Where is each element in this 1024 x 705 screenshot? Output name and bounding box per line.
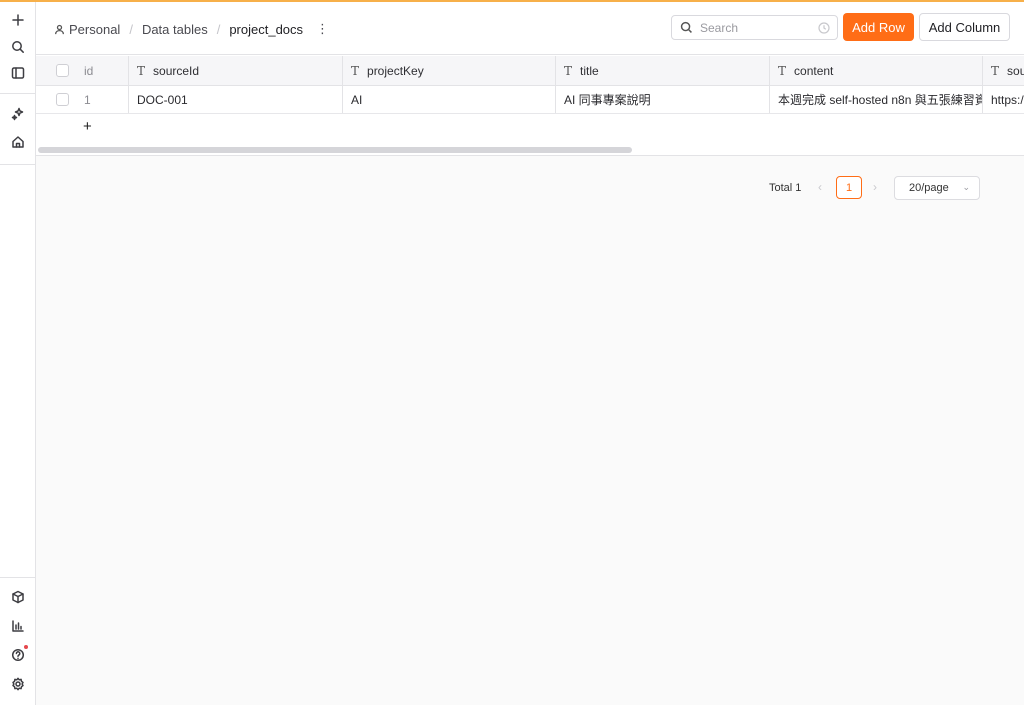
chevron-down-icon: ⌄ <box>962 182 970 192</box>
page-size-value: 20/page <box>909 182 949 194</box>
column-header-label: sourceId <box>153 63 200 78</box>
search-input[interactable] <box>700 20 810 35</box>
breadcrumb-separator: / <box>129 21 133 37</box>
left-rail <box>0 2 36 705</box>
cell-sourceid[interactable]: DOC-001 <box>129 86 343 113</box>
search-icon <box>680 21 692 33</box>
page-header: Personal / Data tables / project_docs ⋮ … <box>36 2 1024 55</box>
column-header-label: projectKey <box>367 63 424 78</box>
total-count: Total 1 <box>769 182 802 194</box>
page-size-select[interactable]: 20/page ⌄ <box>894 176 980 200</box>
more-options-icon[interactable]: ⋮ <box>316 21 329 37</box>
data-table: id T sourceId T projectKey T title T con… <box>36 55 1024 156</box>
column-header-label: content <box>794 63 834 78</box>
page-button-current[interactable]: 1 <box>836 176 862 199</box>
column-header-label: title <box>580 63 599 78</box>
text-type-icon: T <box>778 63 787 78</box>
add-row-button[interactable]: Add Row <box>843 13 914 41</box>
column-header-sourceid[interactable]: T sourceId <box>129 56 343 85</box>
cell-id: 1 <box>76 86 129 113</box>
cell-content[interactable]: 本週完成 self-hosted n8n 與五張練習資料 <box>770 86 983 113</box>
next-page-icon[interactable]: › <box>873 180 877 194</box>
sparkles-icon[interactable] <box>8 104 28 124</box>
text-type-icon: T <box>137 63 146 78</box>
column-header-label: sou <box>1007 63 1024 78</box>
row-select-cell <box>36 86 76 113</box>
search-icon[interactable] <box>8 37 28 57</box>
sidebar-toggle-icon[interactable] <box>8 63 28 83</box>
text-type-icon: T <box>564 63 573 78</box>
notification-dot <box>24 645 28 649</box>
page-title: project_docs <box>229 21 304 37</box>
column-header-title[interactable]: T title <box>556 56 770 85</box>
breadcrumb-data-tables[interactable]: Data tables <box>142 22 208 37</box>
breadcrumb-personal[interactable]: Personal <box>54 22 120 37</box>
column-header-content[interactable]: T content <box>770 56 983 85</box>
breadcrumb-personal-label: Personal <box>69 21 121 37</box>
select-all-cell <box>36 56 76 85</box>
column-header-projectkey[interactable]: T projectKey <box>343 56 556 85</box>
rail-divider <box>0 164 35 165</box>
clock-icon[interactable] <box>818 22 830 34</box>
text-type-icon: T <box>991 63 1000 78</box>
settings-icon[interactable] <box>8 674 28 694</box>
table-header-row: id T sourceId T projectKey T title T con… <box>36 56 1024 86</box>
select-all-checkbox[interactable] <box>56 64 69 77</box>
cell-projectkey[interactable]: AI <box>343 86 556 113</box>
rail-divider <box>0 577 35 578</box>
home-icon[interactable] <box>8 132 28 152</box>
search-box[interactable] <box>671 15 838 40</box>
add-column-button[interactable]: Add Column <box>919 13 1010 41</box>
column-header-label: id <box>84 63 94 78</box>
column-header-id[interactable]: id <box>76 56 129 85</box>
pagination: Total 1 ‹ 1 › 20/page ⌄ <box>0 176 1024 200</box>
templates-icon[interactable] <box>8 587 28 607</box>
breadcrumb-separator: / <box>216 21 221 37</box>
person-icon <box>55 24 64 34</box>
table-row[interactable]: 1 DOC-001 AI AI 同事專案說明 本週完成 self-hosted … <box>36 86 1024 114</box>
column-header-source[interactable]: T sou <box>983 56 1024 85</box>
add-row-plus-icon[interactable]: + <box>83 119 92 135</box>
insights-icon[interactable] <box>8 616 28 636</box>
rail-divider <box>0 93 35 94</box>
prev-page-icon[interactable]: ‹ <box>818 180 822 194</box>
breadcrumb: Personal / Data tables / project_docs ⋮ <box>54 20 329 38</box>
row-checkbox[interactable] <box>56 93 69 106</box>
text-type-icon: T <box>351 63 360 78</box>
horizontal-scrollbar[interactable] <box>38 147 632 153</box>
plus-icon[interactable] <box>8 10 28 30</box>
cell-title[interactable]: AI 同事專案說明 <box>556 86 770 113</box>
cell-source[interactable]: https:/ <box>983 86 1024 113</box>
